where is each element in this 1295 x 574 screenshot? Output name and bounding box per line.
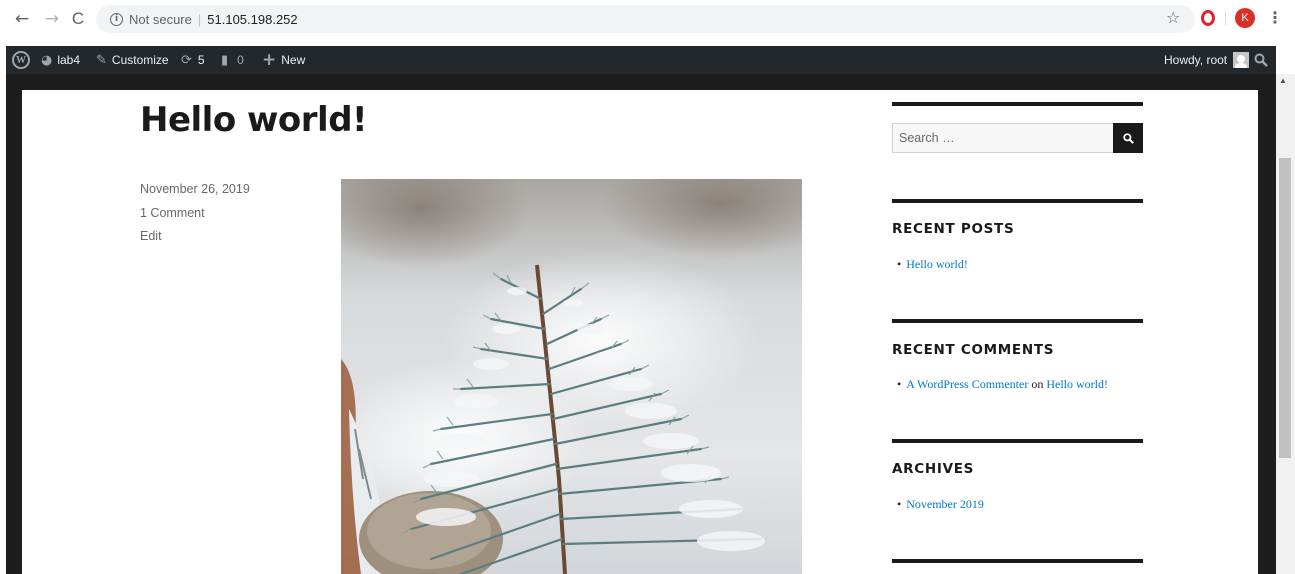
my-account-menu[interactable]: Howdy, root	[1164, 46, 1250, 74]
archive-link[interactable]: November 2019	[906, 497, 984, 511]
admin-search-button[interactable]	[1254, 46, 1268, 74]
site-name-label: lab4	[57, 53, 81, 67]
list-item: Hello world!	[897, 257, 968, 272]
opera-extension-icon[interactable]	[1201, 10, 1215, 26]
not-secure-label: Not secure	[129, 11, 192, 27]
plus-icon: +	[262, 50, 277, 70]
paintbrush-icon: ✎	[96, 52, 107, 68]
search-input[interactable]: Search …	[892, 123, 1114, 153]
post-date-link[interactable]: November 26, 2019	[140, 182, 250, 196]
bookmark-star-icon[interactable]: ☆	[1166, 8, 1180, 27]
toolbar-divider	[1225, 11, 1226, 25]
forward-icon[interactable]: →	[42, 9, 62, 29]
browser-menu-icon[interactable]: ⋮	[1267, 8, 1283, 27]
comments-link[interactable]: ▮ 0	[221, 46, 244, 74]
widget-divider	[892, 199, 1143, 203]
wp-admin-bar: W ◕ lab4 ✎ Customize ⟳ 5 ▮ 0 + New Howdy…	[6, 46, 1276, 74]
wordpress-logo-icon: W	[12, 51, 30, 69]
new-label: New	[281, 53, 306, 67]
recent-comments-title: RECENT COMMENTS	[892, 342, 1055, 358]
howdy-label: Howdy, root	[1164, 53, 1228, 67]
comment-post-link[interactable]: Hello world!	[1046, 377, 1108, 391]
site-info-icon[interactable]: i	[110, 12, 123, 26]
list-item: November 2019	[897, 497, 984, 512]
recent-posts-title: RECENT POSTS	[892, 221, 1015, 237]
search-submit-button[interactable]	[1113, 123, 1143, 153]
browser-toolbar: ← → C i Not secure | 51.105.198.252 ☆ K …	[0, 0, 1295, 46]
updates-icon: ⟳	[181, 52, 192, 68]
site-name-menu[interactable]: ◕ lab4	[41, 46, 80, 74]
scrollbar-thumb[interactable]	[1279, 158, 1291, 458]
url-text[interactable]: 51.105.198.252	[207, 12, 297, 27]
comments-count: 0	[237, 53, 244, 67]
address-separator: |	[197, 11, 202, 27]
search-icon	[1254, 53, 1268, 67]
recent-posts-list: Hello world!	[897, 257, 968, 272]
customize-link[interactable]: ✎ Customize	[96, 46, 169, 74]
updates-count: 5	[197, 53, 205, 67]
post-title: Hello world!	[140, 100, 368, 140]
widget-divider	[892, 559, 1143, 563]
profile-avatar-icon[interactable]: K	[1235, 8, 1255, 28]
search-icon	[1122, 132, 1134, 144]
new-content-menu[interactable]: + New	[262, 46, 305, 74]
archives-title: ARCHIVES	[892, 461, 975, 477]
archives-list: November 2019	[897, 497, 984, 512]
snowy-fir-branch-image	[341, 179, 802, 574]
wp-logo-menu[interactable]: W	[12, 46, 30, 74]
comment-author-link[interactable]: A WordPress Commenter	[906, 377, 1028, 391]
post-meta: November 26, 2019 1 Comment Edit	[140, 182, 250, 253]
widget-divider	[892, 439, 1143, 443]
widget-divider	[892, 102, 1143, 106]
scroll-up-arrow-icon[interactable]: ▲	[1279, 76, 1287, 85]
reload-icon[interactable]: C	[68, 9, 88, 29]
back-icon[interactable]: ←	[12, 9, 32, 29]
widget-divider	[892, 319, 1143, 323]
comments-count-link[interactable]: 1 Comment	[140, 206, 205, 220]
recent-comments-list: A WordPress Commenter on Hello world!	[897, 377, 1108, 392]
dashboard-icon: ◕	[41, 52, 53, 68]
post-featured-image	[341, 179, 802, 574]
updates-link[interactable]: ⟳ 5	[181, 46, 205, 74]
list-item: A WordPress Commenter on Hello world!	[897, 377, 1108, 392]
user-avatar	[1233, 52, 1250, 68]
recent-post-link[interactable]: Hello world!	[906, 257, 968, 271]
comment-on-text: on	[1031, 377, 1044, 391]
comment-bubble-icon: ▮	[221, 52, 229, 68]
address-bar[interactable]: i Not secure | 51.105.198.252	[96, 5, 1195, 33]
customize-label: Customize	[111, 53, 169, 67]
edit-post-link[interactable]: Edit	[140, 229, 162, 243]
